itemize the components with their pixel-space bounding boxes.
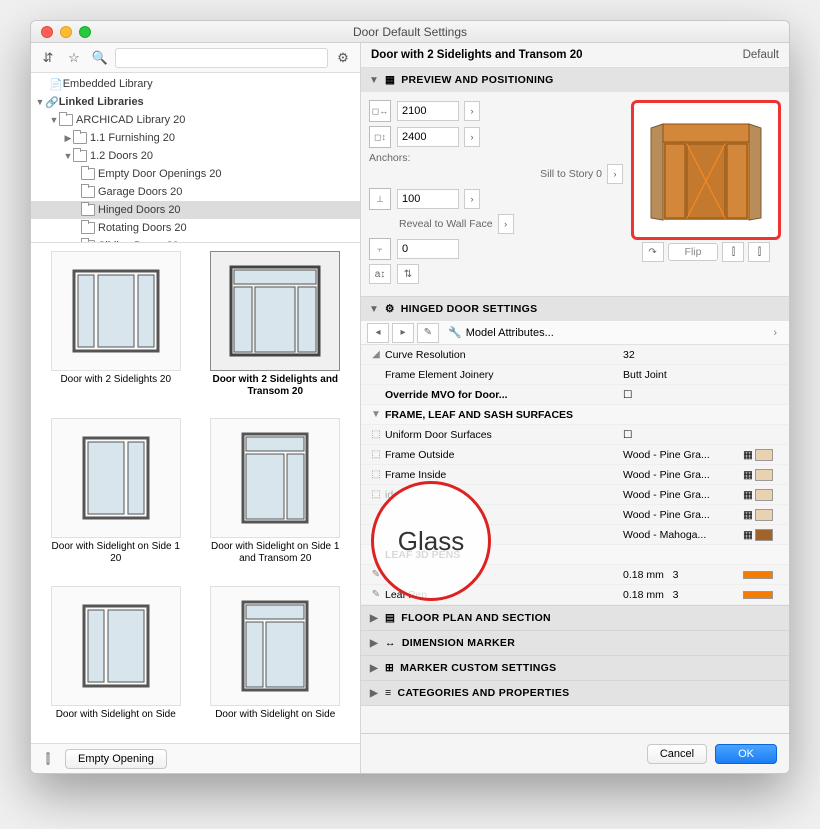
reveal-icon[interactable]: ⫟	[369, 238, 391, 260]
param-leaf-inside[interactable]: Wood - Pine Gra...▦	[361, 505, 789, 525]
sill-link-icon[interactable]: ›	[607, 164, 623, 184]
swing-direction-icon[interactable]: ↷	[642, 242, 664, 262]
search-input[interactable]	[115, 48, 328, 68]
door-3d-preview[interactable]	[631, 100, 781, 240]
width-input[interactable]	[397, 101, 459, 121]
edit-params-icon[interactable]: ✎	[417, 323, 439, 343]
tree-item-embedded[interactable]: 📄 Embedded Library	[31, 75, 360, 93]
param-leaf-side[interactable]: ⬚ideWood - Pine Gra...▦	[361, 485, 789, 505]
thumb-door-sidelight-a[interactable]: Door with Sidelight on Side	[39, 586, 193, 735]
library-toolbar: ⇵ ☆ 🔍 ⚙	[31, 43, 360, 73]
tree-item-doors[interactable]: ▼1.2 Doors 20	[31, 147, 360, 165]
empty-opening-button[interactable]: Empty Opening	[65, 749, 167, 769]
selected-door-title: Door with 2 Sidelights and Transom 20	[371, 49, 583, 61]
search-icon[interactable]: 🔍	[89, 47, 111, 69]
favorite-icon[interactable]: ☆	[63, 47, 85, 69]
thumb-door-2sidelights-transom[interactable]: Door with 2 Sidelights and Transom 20	[199, 251, 353, 412]
height-input[interactable]	[397, 127, 459, 147]
thumb-door-2sidelights[interactable]: Door with 2 Sidelights 20	[39, 251, 193, 412]
section-header-marker[interactable]: ▶⊞ MARKER CUSTOM SETTINGS	[361, 656, 789, 680]
titlebar: Door Default Settings	[31, 21, 789, 43]
thumb-door-sidelight-b[interactable]: Door with Sidelight on Side	[199, 586, 353, 735]
next-page-icon[interactable]: ▸	[392, 323, 414, 343]
param-override-mvo[interactable]: Override MVO for Door...☐	[361, 385, 789, 405]
section-hinged: ▼⚙ HINGED DOOR SETTINGS ◂ ▸ ✎ 🔧 Model At…	[361, 297, 789, 606]
hierarchy-icon[interactable]: ⇵	[37, 47, 59, 69]
param-pen-1[interactable]: ✎0.18 mm 3	[361, 565, 789, 585]
library-tree: 📄 Embedded Library ▼🔗 Linked Libraries ▼…	[31, 73, 360, 243]
parameter-table: ◢Curve Resolution32 Frame Element Joiner…	[361, 345, 789, 605]
reveal-link-icon[interactable]: ›	[498, 214, 514, 234]
anchor-mode-2-icon[interactable]: ⇅	[397, 264, 419, 284]
param-uniform-surfaces[interactable]: ⬚Uniform Door Surfaces☐	[361, 425, 789, 445]
thumb-label: Door with Sidelight on Side	[56, 709, 176, 721]
section-header-preview[interactable]: ▼▦ PREVIEW AND POSITIONING	[361, 68, 789, 92]
section-preview: ▼▦ PREVIEW AND POSITIONING ◻↔ › ◻↕ › Anc…	[361, 68, 789, 297]
tree-item-garage[interactable]: Garage Doors 20	[31, 183, 360, 201]
elevation-view-icon[interactable]: ⫿	[748, 242, 770, 262]
flip-button[interactable]: Flip	[668, 243, 719, 261]
tree-item-rotating[interactable]: Rotating Doors 20	[31, 219, 360, 237]
thumb-label: Door with Sidelight on Side 1 20	[46, 541, 186, 565]
param-group-pens[interactable]: LEAF 3D PENS	[361, 545, 789, 565]
param-glass[interactable]: Wood - Mahoga...▦	[361, 525, 789, 545]
settings-gear-icon[interactable]: ⚙	[332, 47, 354, 69]
cancel-button[interactable]: Cancel	[647, 744, 707, 764]
thumb-label: Door with 2 Sidelights 20	[60, 374, 171, 386]
model-attributes-dropdown[interactable]: 🔧 Model Attributes...	[442, 324, 783, 341]
settings-panel: Door with 2 Sidelights and Transom 20 De…	[361, 43, 789, 773]
tree-item-furnishing[interactable]: ▶1.1 Furnishing 20	[31, 129, 360, 147]
thumb-label: Door with 2 Sidelights and Transom 20	[205, 374, 345, 398]
tree-item-hinged[interactable]: Hinged Doors 20	[31, 201, 360, 219]
height-icon[interactable]: ◻↕	[369, 126, 391, 148]
prev-page-icon[interactable]: ◂	[367, 323, 389, 343]
tree-item-linked[interactable]: ▼🔗 Linked Libraries	[31, 93, 360, 111]
section-header-hinged[interactable]: ▼⚙ HINGED DOOR SETTINGS	[361, 297, 789, 321]
section-header-dimension[interactable]: ▶↔ DIMENSION MARKER	[361, 631, 789, 655]
door-thumbnails: Door with 2 Sidelights 20 Door with 2 Si…	[31, 243, 360, 743]
thumb-door-sidelight-1[interactable]: Door with Sidelight on Side 1 20	[39, 418, 193, 579]
anchor-mode-1-icon[interactable]: a↕	[369, 264, 391, 284]
width-link-icon[interactable]: ›	[464, 101, 480, 121]
thumb-door-sidelight-1-transom[interactable]: Door with Sidelight on Side 1 and Transo…	[199, 418, 353, 579]
dialog-window: Door Default Settings ⇵ ☆ 🔍 ⚙ 📄 Embedded…	[30, 20, 790, 774]
param-curve-resolution[interactable]: ◢Curve Resolution32	[361, 345, 789, 365]
reveal-input[interactable]	[397, 239, 459, 259]
attributes-bar: ◂ ▸ ✎ 🔧 Model Attributes...	[361, 321, 789, 345]
param-group-surfaces[interactable]: ▼FRAME, LEAF AND SASH SURFACES	[361, 405, 789, 425]
sill-icon[interactable]: ⊥	[369, 188, 391, 210]
param-frame-joinery[interactable]: Frame Element JoineryButt Joint	[361, 365, 789, 385]
sill-label: Sill to Story 0	[540, 168, 602, 180]
section-header-categories[interactable]: ▶≡ CATEGORIES AND PROPERTIES	[361, 681, 789, 705]
library-browser: ⇵ ☆ 🔍 ⚙ 📄 Embedded Library ▼🔗 Linked Lib…	[31, 43, 361, 773]
settings-header: Door with 2 Sidelights and Transom 20 De…	[361, 43, 789, 68]
thumb-label: Door with Sidelight on Side 1 and Transo…	[205, 541, 345, 565]
param-frame-outside[interactable]: ⬚Frame OutsideWood - Pine Gra...▦	[361, 445, 789, 465]
ok-button[interactable]: OK	[715, 744, 777, 764]
sill-input[interactable]	[397, 189, 459, 209]
height-link-icon[interactable]: ›	[464, 127, 480, 147]
section-header-floorplan[interactable]: ▶▤ FLOOR PLAN AND SECTION	[361, 606, 789, 630]
plan-view-icon[interactable]: ⫿	[722, 242, 744, 262]
sill-chev-icon[interactable]: ›	[464, 189, 480, 209]
param-frame-inside[interactable]: ⬚Frame InsideWood - Pine Gra...▦	[361, 465, 789, 485]
anchors-label: Anchors:	[369, 152, 623, 164]
window-title: Door Default Settings	[31, 25, 789, 39]
default-label: Default	[743, 49, 779, 61]
param-pen-2[interactable]: ✎Leaf Pen0.18 mm 3	[361, 585, 789, 605]
thumb-label: Door with Sidelight on Side	[215, 709, 335, 721]
tree-item-archicad-lib[interactable]: ▼ARCHICAD Library 20	[31, 111, 360, 129]
tree-item-empty-openings[interactable]: Empty Door Openings 20	[31, 165, 360, 183]
library-footer: ⫿ Empty Opening	[31, 743, 360, 773]
reveal-label: Reveal to Wall Face	[399, 218, 493, 230]
width-icon[interactable]: ◻↔	[369, 100, 391, 122]
opening-type-icon[interactable]: ⫿	[37, 748, 59, 770]
dialog-footer: Cancel OK	[361, 733, 789, 773]
